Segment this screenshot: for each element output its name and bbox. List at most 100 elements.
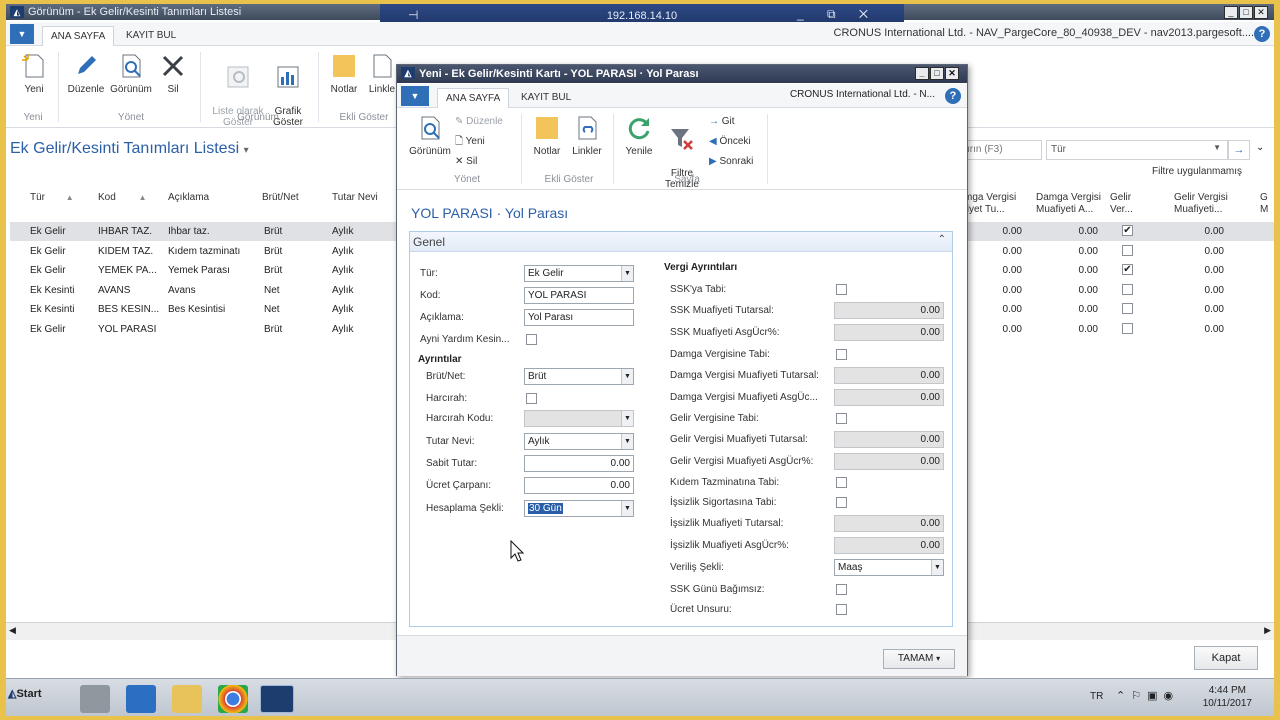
gelir-muaf-asg-field[interactable]: 0.00	[834, 453, 944, 470]
links-button[interactable]: Linkle	[366, 52, 398, 95]
issizlik-tabi-checkbox[interactable]	[836, 497, 847, 508]
help-icon[interactable]: ?	[945, 88, 961, 104]
issizlik-tutarsal-field[interactable]: 0.00	[834, 515, 944, 532]
close-button[interactable]: Kapat	[1194, 646, 1258, 670]
group-label-yeni: Yeni	[23, 112, 43, 123]
gelir-muaf-tutarsal-field[interactable]: 0.00	[834, 431, 944, 448]
ssk-muaf-asg-field[interactable]: 0.00	[834, 324, 944, 341]
ssk-gunu-checkbox[interactable]	[836, 584, 847, 595]
col-extra[interactable]: G M	[1260, 192, 1268, 216]
help-icon[interactable]: ?	[1254, 26, 1270, 42]
chevron-down-icon[interactable]: ⌄	[1256, 142, 1264, 153]
chevron-down-icon[interactable]: ▾	[244, 145, 249, 156]
close-icon[interactable]: ✕	[1254, 6, 1268, 19]
tur-select[interactable]: Ek Gelir ▼	[524, 265, 634, 282]
damga-muaf-asg-field[interactable]: 0.00	[834, 389, 944, 406]
previous-button[interactable]: ◀ Önceki	[709, 136, 751, 147]
fasttab-header[interactable]: Genel ⌃	[410, 232, 952, 252]
ok-button[interactable]: TAMAM ▾	[883, 649, 955, 669]
links-button[interactable]: Linkler	[569, 114, 605, 157]
tab-ana-sayfa[interactable]: ANA SAYFA	[42, 26, 115, 46]
view-button[interactable]: Görünüm	[407, 114, 453, 157]
gelir-vergisi-checkbox[interactable]	[1122, 323, 1133, 334]
col-damga-asg[interactable]: Damga Vergisi Muafiyeti A...	[1036, 192, 1101, 216]
delete-button[interactable]: ✕ Sil	[455, 156, 477, 167]
harcirah-checkbox[interactable]	[526, 393, 537, 404]
scroll-right-icon[interactable]: ▶	[1264, 625, 1271, 636]
ssk-gunu-label: SSK Günü Bağımsız:	[670, 584, 765, 595]
hesaplama-select[interactable]: 30 Gün ▼	[524, 500, 634, 517]
gelir-vergisi-checkbox[interactable]	[1122, 303, 1133, 315]
damga-muaf-tutarsal-field[interactable]: 0.00	[834, 367, 944, 384]
tray-icons[interactable]: ⌃⚐▣◉	[1116, 689, 1179, 702]
app-menu-button[interactable]: ▼	[10, 24, 34, 44]
col-tur[interactable]: Tür ▲	[30, 192, 74, 204]
powershell-icon[interactable]	[126, 685, 156, 713]
server-manager-icon[interactable]	[80, 685, 110, 713]
ssk-tabi-checkbox[interactable]	[836, 284, 847, 295]
delete-button[interactable]: Sil	[158, 52, 188, 95]
nav-app-taskbar-icon[interactable]	[260, 685, 294, 713]
clock[interactable]: 4:44 PM 10/11/2017	[1203, 684, 1252, 710]
gelir-vergisi-checkbox[interactable]: ✔	[1122, 225, 1133, 236]
start-button[interactable]: ◭Start	[8, 687, 42, 700]
brut-net-select[interactable]: Brüt ▼	[524, 368, 634, 385]
ucret-unsuru-checkbox[interactable]	[836, 604, 847, 615]
gelir-vergisi-checkbox[interactable]	[1122, 283, 1133, 295]
issizlik-asg-field[interactable]: 0.00	[834, 537, 944, 554]
veris-sekli-select[interactable]: Maaş ▼	[834, 559, 944, 576]
maximize-icon[interactable]: □	[1239, 6, 1253, 19]
notes-button[interactable]: Notlar	[529, 114, 565, 157]
dialog-menu-button[interactable]: ▼	[401, 86, 429, 106]
tab-kayit-bul[interactable]: KAYIT BUL	[118, 26, 184, 46]
minimize-icon[interactable]: _	[1224, 6, 1238, 19]
chrome-icon[interactable]	[218, 685, 248, 713]
minimize-icon[interactable]: _	[915, 67, 929, 80]
sabit-tutar-label: Sabit Tutar:	[426, 458, 478, 469]
col-kod[interactable]: Kod ▲	[98, 192, 147, 204]
new-button[interactable]: 🗋 Yeni	[455, 136, 485, 147]
close-icon[interactable]: ✕	[945, 67, 959, 80]
ssk-muaf-tutarsal-field[interactable]: 0.00	[834, 302, 944, 319]
ucret-carpani-field[interactable]: 0.00	[524, 477, 634, 494]
tab-ana-sayfa[interactable]: ANA SAYFA	[437, 88, 510, 108]
gelir-vergisi-checkbox[interactable]	[1122, 244, 1133, 256]
page-title[interactable]: Ek Gelir/Kesinti Tanımları Listesi ▾	[10, 140, 249, 158]
edit-button[interactable]: Düzenle	[64, 52, 108, 95]
arrow-right-icon[interactable]: →	[1228, 140, 1250, 160]
tab-kayit-bul[interactable]: KAYIT BUL	[513, 88, 579, 108]
gelir-tabi-checkbox[interactable]	[836, 413, 847, 424]
col-aciklama[interactable]: Açıklama	[168, 192, 209, 204]
aciklama-field[interactable]: Yol Parası	[524, 309, 634, 326]
tutar-nevi-select[interactable]: Aylık ▼	[524, 433, 634, 450]
edit-button[interactable]: ✎ Düzenle	[455, 116, 503, 127]
maximize-icon[interactable]: □	[930, 67, 944, 80]
collapse-icon[interactable]: ⌃	[938, 234, 946, 245]
col-gelir-muaf[interactable]: Gelir Vergisi Muafiyeti...	[1174, 192, 1228, 216]
scroll-left-icon[interactable]: ◀	[9, 625, 16, 636]
notes-button[interactable]: Notlar	[326, 52, 362, 95]
gelir-vergisi-checkbox[interactable]: ✔	[1122, 264, 1133, 276]
go-button[interactable]: → Git	[709, 116, 735, 127]
kidem-tabi-checkbox[interactable]	[836, 477, 847, 488]
view-button[interactable]: Görünüm	[108, 52, 154, 95]
col-gelir-ver[interactable]: Gelir Ver...	[1110, 192, 1133, 216]
ayni-yardim-checkbox[interactable]	[526, 334, 537, 345]
kod-field[interactable]: YOL PARASI	[524, 287, 634, 304]
filter-field-select[interactable]: Tür ▼	[1046, 140, 1228, 160]
rdp-window-controls[interactable]: _ ⧉ ✕	[797, 7, 878, 22]
new-document-icon	[22, 54, 44, 78]
refresh-button[interactable]: Yenile	[621, 114, 657, 157]
damga-tabi-checkbox[interactable]	[836, 349, 847, 360]
explorer-icon[interactable]	[172, 685, 202, 713]
clear-filter-icon	[671, 129, 693, 150]
search-input[interactable]: ırın (F3)	[962, 140, 1042, 160]
sabit-tutar-field[interactable]: 0.00	[524, 455, 634, 472]
language-indicator[interactable]: TR	[1090, 691, 1103, 702]
col-damga-tutarsal[interactable]: mga Vergisi fiyet Tu...	[964, 192, 1016, 216]
col-tutar-nevi[interactable]: Tutar Nevi	[332, 192, 378, 204]
col-brut-net[interactable]: Brüt/Net	[262, 192, 299, 204]
harcirah-kodu-select[interactable]: ▼	[524, 410, 634, 427]
next-button[interactable]: ▶ Sonraki	[709, 156, 753, 167]
new-button[interactable]: Yeni	[16, 52, 52, 95]
